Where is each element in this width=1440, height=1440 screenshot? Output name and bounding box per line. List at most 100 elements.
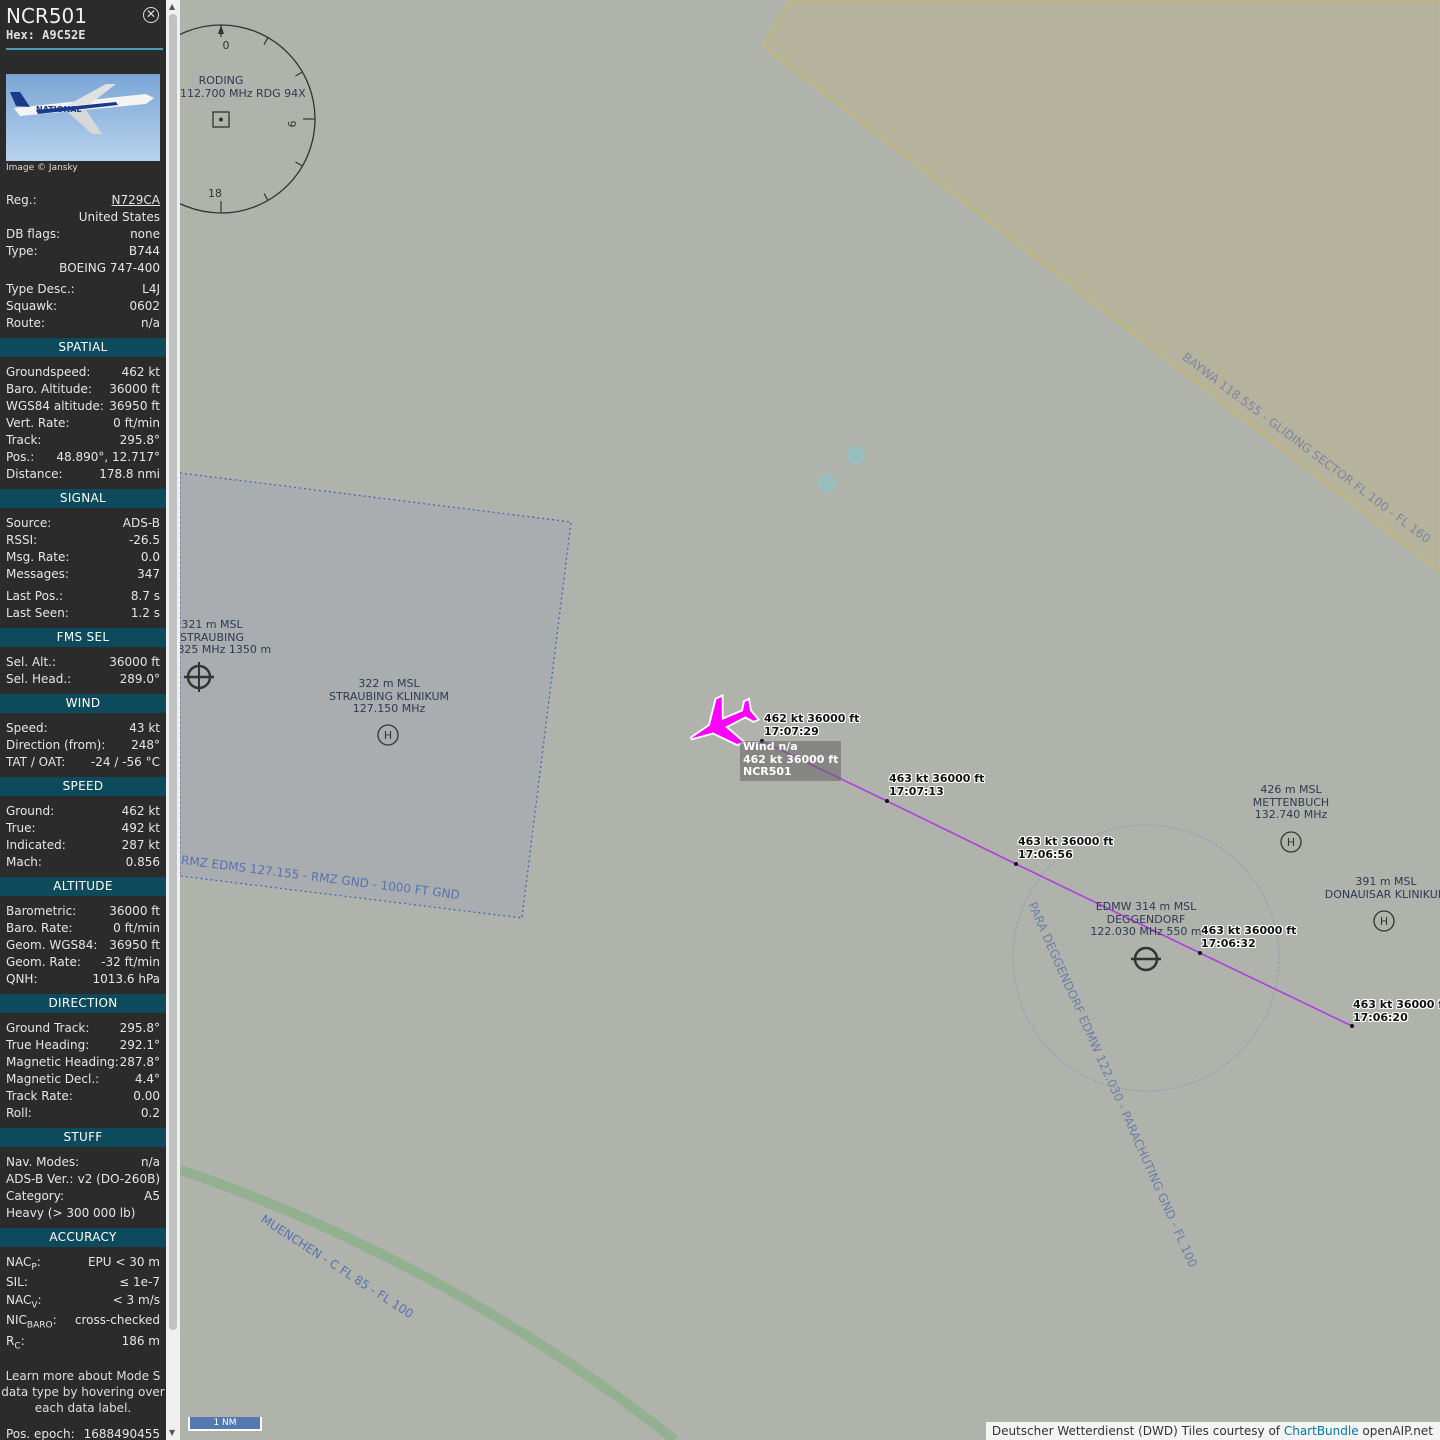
direction-row-label: Magnetic Decl.:: [6, 1072, 100, 1086]
close-icon[interactable]: ✕: [143, 7, 159, 23]
altitude-row-value: 36950 ft: [109, 938, 160, 952]
compass-tick: [263, 193, 269, 201]
pos-epoch-row: Pos. epoch: 1688490455: [6, 1427, 160, 1440]
nicbaro-label-sub: BARO: [26, 1320, 53, 1331]
svg-text:0: 0: [223, 39, 230, 52]
altitude-row-value: 0 ft/min: [113, 921, 160, 935]
svg-text:NATIONAL: NATIONAL: [36, 105, 81, 114]
speed-row: True: 492 kt: [6, 821, 160, 838]
section-signal: SIGNAL: [0, 489, 166, 508]
photo-credit: Image © Jansky: [6, 163, 78, 173]
aircraft-photo[interactable]: NATIONAL: [6, 74, 160, 161]
attribution-openaip: openAIP.net: [1358, 1424, 1433, 1438]
map-scale-bar: 1 NM: [188, 1417, 262, 1431]
map-view[interactable]: H H H 0 9 18 RODING 112.700 MHz RDG 94X 3…: [180, 0, 1440, 1440]
aircraft-label[interactable]: Wind n/a 462 kt 36000 ft NCR501: [740, 740, 841, 781]
sil-row: SIL: ≤ 1e-7: [6, 1275, 160, 1292]
signal-row-label: Source:: [6, 516, 52, 530]
typedesc-row: Type Desc.: L4J: [6, 282, 160, 299]
section-altitude: ALTITUDE: [0, 877, 166, 896]
sidebar-scrollbar[interactable]: ▲ ▼: [166, 0, 180, 1440]
signal-row-value: 1.2 s: [130, 606, 160, 620]
nacp-label-sub: P: [31, 1262, 37, 1273]
sil-label: SIL:: [6, 1275, 28, 1289]
hex-label: Hex:: [6, 28, 35, 42]
svg-text:9: 9: [285, 121, 298, 128]
direction-row: True Heading: 292.1°: [6, 1038, 160, 1055]
attribution-text: Deutscher Wetterdienst (DWD) Tiles court…: [991, 1424, 1284, 1438]
spatial-row: Groundspeed: 462 kt: [6, 365, 160, 382]
epoch-label: Pos. epoch:: [6, 1427, 75, 1440]
altitude-row-label: QNH:: [6, 972, 38, 986]
signal-row-label: Last Seen:: [6, 606, 69, 620]
nacp-value: EPU < 30 m: [87, 1255, 160, 1269]
typedesc-label: Type Desc.:: [6, 282, 75, 296]
spatial-row-value: 0 ft/min: [113, 416, 160, 430]
reg-link[interactable]: N729CA: [112, 193, 160, 207]
reg-row: Reg.: N729CA: [6, 193, 160, 210]
altitude-row-label: Geom. WGS84:: [6, 938, 98, 952]
chartbundle-link[interactable]: ChartBundle: [1284, 1424, 1359, 1438]
country-row: United States: [6, 210, 160, 227]
vor-compass-rose: [180, 24, 316, 214]
speed-row: Mach: 0.856: [6, 855, 160, 872]
squawk-label: Squawk:: [6, 299, 57, 313]
wind-row-label: Speed:: [6, 721, 48, 735]
category-row: Category: A5: [6, 1189, 160, 1206]
rc-value: 186 m: [121, 1334, 160, 1348]
altitude-row-value: 36000 ft: [109, 904, 160, 918]
speed-row-value: 0.856: [125, 855, 160, 869]
category-label: Category:: [6, 1189, 64, 1203]
scroll-up-arrow-icon[interactable]: ▲: [169, 2, 175, 11]
type-row: Type: B744: [6, 244, 160, 261]
hex-value: A9C52E: [42, 28, 86, 42]
section-fms-sel: FMS SEL: [0, 628, 166, 647]
gliding-sector-area: [762, 0, 1440, 573]
nacv-row: NACV: < 3 m/s: [6, 1293, 160, 1310]
callsign-title: NCR501: [6, 4, 87, 28]
speed-row-label: Mach:: [6, 855, 42, 869]
direction-row: Roll: 0.2: [6, 1106, 160, 1123]
route-value: n/a: [140, 316, 160, 330]
map-attribution: Deutscher Wetterdienst (DWD) Tiles court…: [985, 1422, 1440, 1440]
hex-code: Hex: A9C52E: [6, 28, 86, 42]
direction-row-value: 295.8°: [119, 1021, 160, 1035]
speed-row: Ground: 462 kt: [6, 804, 160, 821]
scroll-down-arrow-icon[interactable]: ▼: [169, 1428, 175, 1437]
wind-row-value: 43 kt: [129, 721, 160, 735]
direction-row: Magnetic Heading: 287.8°: [6, 1055, 160, 1072]
nacp-row: NACP: EPU < 30 m: [6, 1255, 160, 1272]
speed-row-label: Ground:: [6, 804, 55, 818]
scrollbar-thumb[interactable]: [169, 14, 177, 1330]
category-value: A5: [144, 1189, 160, 1203]
direction-row-label: Magnetic Heading:: [6, 1055, 119, 1069]
aircraft-info-sidebar: NCR501 Hex: A9C52E ✕ NATIONAL Image © Ja…: [0, 0, 166, 1440]
altitude-row: QNH: 1013.6 hPa: [6, 972, 160, 989]
signal-row-value: 347: [137, 567, 160, 581]
altitude-row-label: Barometric:: [6, 904, 77, 918]
route-label: Route:: [6, 316, 45, 330]
section-direction: DIRECTION: [0, 994, 166, 1013]
section-speed: SPEED: [0, 777, 166, 796]
direction-row-label: Ground Track:: [6, 1021, 90, 1035]
altitude-row-label: Baro. Rate:: [6, 921, 73, 935]
signal-row-label: Msg. Rate:: [6, 550, 70, 564]
speed-row-value: 462 kt: [121, 804, 160, 818]
signal-row: Last Pos.: 8.7 s: [6, 589, 160, 606]
typedesc-value: L4J: [142, 282, 160, 296]
sil-value: ≤ 1e-7: [119, 1275, 160, 1289]
type-value: B744: [128, 244, 160, 258]
spatial-row-label: Baro. Altitude:: [6, 382, 92, 396]
fms-row: Sel. Alt.: 36000 ft: [6, 655, 160, 672]
speed-row: Indicated: 287 kt: [6, 838, 160, 855]
altitude-row-label: Geom. Rate:: [6, 955, 81, 969]
signal-row: Last Seen: 1.2 s: [6, 606, 160, 623]
signal-row: RSSI: -26.5: [6, 533, 160, 550]
navmodes-row: Nav. Modes: n/a: [6, 1155, 160, 1172]
fms-row-label: Sel. Alt.:: [6, 655, 57, 669]
spatial-row-label: Track:: [6, 433, 42, 447]
altitude-row-value: 1013.6 hPa: [92, 972, 160, 986]
aircraft-label-callsign: NCR501: [743, 765, 792, 778]
spatial-row-label: Vert. Rate:: [6, 416, 70, 430]
section-wind: WIND: [0, 694, 166, 713]
